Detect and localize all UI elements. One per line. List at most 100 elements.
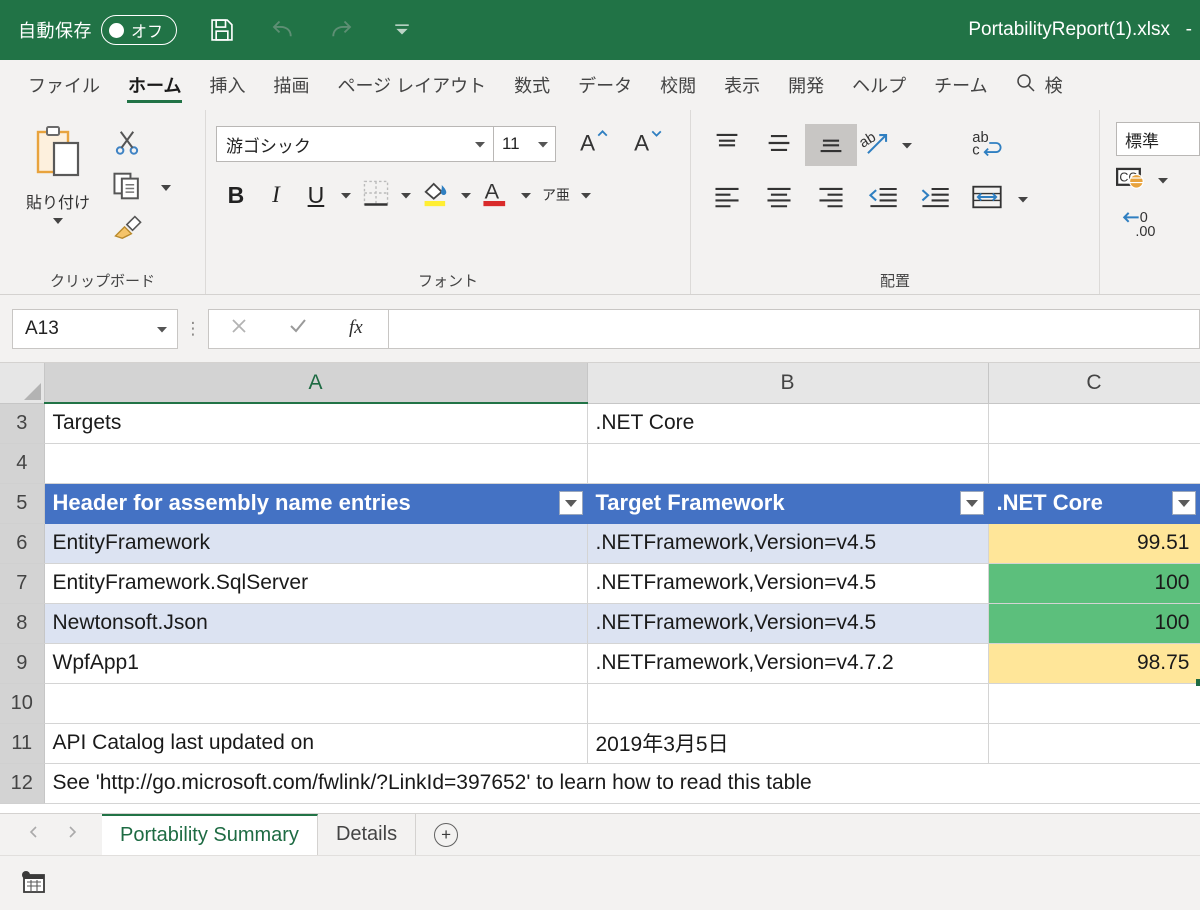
phonetic-guide-button[interactable]: ア亜: [536, 176, 576, 214]
autosave-toggle[interactable]: オフ: [101, 15, 177, 45]
tab-data[interactable]: データ: [564, 60, 646, 110]
cell-a3[interactable]: Targets: [44, 403, 588, 444]
increase-indent-button[interactable]: [909, 178, 961, 220]
select-all-button[interactable]: [0, 363, 45, 404]
tab-draw[interactable]: 描画: [259, 60, 323, 110]
tab-file[interactable]: ファイル: [14, 60, 114, 110]
cell-b5[interactable]: Target Framework: [587, 483, 989, 524]
borders-button[interactable]: [356, 176, 396, 214]
borders-dropdown-icon[interactable]: [396, 176, 416, 214]
cell-a10[interactable]: [44, 683, 588, 724]
row-header-9[interactable]: 9: [0, 643, 45, 684]
fill-color-button[interactable]: [416, 176, 456, 214]
save-icon[interactable]: [205, 13, 239, 47]
cell-b8[interactable]: .NETFramework,Version=v4.5: [587, 603, 989, 644]
insert-function-icon[interactable]: fx: [346, 314, 370, 343]
qat-overflow-icon[interactable]: [385, 13, 419, 47]
tab-team[interactable]: チーム: [920, 60, 1001, 110]
tab-formulas[interactable]: 数式: [500, 60, 564, 110]
row-header-4[interactable]: 4: [0, 443, 45, 484]
next-sheet-icon[interactable]: [64, 824, 80, 845]
row-header-12[interactable]: 12: [0, 763, 45, 804]
cell-c6[interactable]: 99.51: [988, 523, 1200, 564]
phonetic-dropdown-icon[interactable]: [576, 176, 596, 214]
row-header-3[interactable]: 3: [0, 403, 45, 444]
font-name-combobox[interactable]: 游ゴシック: [215, 126, 494, 162]
copy-button[interactable]: [112, 171, 174, 206]
format-painter-button[interactable]: [112, 214, 144, 247]
row-header-10[interactable]: 10: [0, 683, 45, 724]
filter-dropdown-b5[interactable]: [959, 491, 984, 515]
cell-a4[interactable]: [44, 443, 588, 484]
orientation-button[interactable]: ab: [857, 124, 897, 166]
copy-dropdown-icon[interactable]: [158, 180, 174, 198]
cell-a11[interactable]: API Catalog last updated on: [44, 723, 588, 764]
column-header-c[interactable]: C: [988, 363, 1200, 404]
row-header-8[interactable]: 8: [0, 603, 45, 644]
paste-button[interactable]: 貼り付け: [10, 120, 106, 266]
cell-b10[interactable]: [587, 683, 989, 724]
filter-dropdown-c5[interactable]: [1171, 491, 1196, 515]
cell-c5[interactable]: .NET Core: [988, 483, 1200, 524]
align-left-button[interactable]: [701, 178, 753, 220]
tab-insert[interactable]: 挿入: [195, 60, 259, 110]
cell-c11[interactable]: [988, 723, 1200, 764]
undo-icon[interactable]: [265, 13, 299, 47]
cell-a5[interactable]: Header for assembly name entries: [44, 483, 588, 524]
confirm-icon[interactable]: [287, 315, 309, 342]
add-sheet-button[interactable]: +: [416, 814, 476, 855]
cell-c8[interactable]: 100: [988, 603, 1200, 644]
cell-b4[interactable]: [587, 443, 989, 484]
cell-c7[interactable]: 100: [988, 563, 1200, 604]
cell-c9[interactable]: 98.75: [988, 643, 1200, 686]
font-size-combobox[interactable]: 11: [493, 126, 556, 162]
column-header-a[interactable]: A: [44, 363, 588, 404]
redo-icon[interactable]: [325, 13, 359, 47]
cell-a12[interactable]: See 'http://go.microsoft.com/fwlink/?Lin…: [44, 763, 1200, 804]
sheet-tab-details[interactable]: Details: [318, 814, 417, 855]
paste-dropdown-icon[interactable]: [50, 213, 66, 231]
cell-c4[interactable]: [988, 443, 1200, 484]
autosave-control[interactable]: 自動保存 オフ: [18, 15, 177, 45]
cell-a6[interactable]: EntityFramework: [44, 523, 588, 564]
decrease-decimal-icon[interactable]: 0 .00: [1122, 207, 1162, 246]
cell-b11[interactable]: 2019年3月5日: [587, 723, 989, 764]
grow-font-icon[interactable]: A: [578, 127, 610, 162]
wrap-text-button[interactable]: ab c: [961, 124, 1013, 166]
tab-page-layout[interactable]: ページ レイアウト: [323, 60, 500, 110]
cell-b9[interactable]: .NETFramework,Version=v4.7.2: [587, 643, 989, 684]
formula-input[interactable]: [389, 308, 1200, 349]
table-resize-handle[interactable]: [1195, 678, 1200, 686]
align-top-button[interactable]: [701, 124, 753, 166]
decrease-indent-button[interactable]: [857, 178, 909, 220]
bold-button[interactable]: B: [216, 176, 256, 214]
merge-dropdown-icon[interactable]: [1013, 180, 1033, 218]
align-center-button[interactable]: [753, 178, 805, 220]
cut-button[interactable]: [112, 128, 142, 163]
tab-view[interactable]: 表示: [710, 60, 774, 110]
cell-c10[interactable]: [988, 683, 1200, 724]
cell-a9[interactable]: WpfApp1: [44, 643, 588, 684]
accounting-dropdown-icon[interactable]: [1156, 172, 1170, 190]
cell-a7[interactable]: EntityFramework.SqlServer: [44, 563, 588, 604]
cell-a8[interactable]: Newtonsoft.Json: [44, 603, 588, 644]
tab-help[interactable]: ヘルプ: [838, 60, 920, 110]
align-bottom-button[interactable]: [805, 124, 858, 166]
prev-sheet-icon[interactable]: [26, 824, 42, 845]
cell-b7[interactable]: .NETFramework,Version=v4.5: [587, 563, 989, 604]
filter-dropdown-a5[interactable]: [558, 491, 583, 515]
number-format-combobox[interactable]: 標準: [1115, 122, 1200, 156]
tab-home[interactable]: ホーム: [114, 60, 195, 110]
row-header-11[interactable]: 11: [0, 723, 45, 764]
accounting-format-icon[interactable]: CC: [1115, 164, 1150, 197]
font-color-button[interactable]: A: [476, 176, 516, 214]
shrink-font-icon[interactable]: A: [632, 127, 664, 162]
ribbon-search-box[interactable]: 検: [1002, 60, 1063, 110]
merge-cells-button[interactable]: [961, 178, 1013, 220]
align-right-button[interactable]: [805, 178, 857, 220]
table-status-icon[interactable]: [18, 870, 48, 896]
cell-b6[interactable]: .NETFramework,Version=v4.5: [587, 523, 989, 564]
italic-button[interactable]: I: [256, 176, 296, 214]
name-box[interactable]: A13: [12, 308, 178, 349]
sheet-tab-portability-summary[interactable]: Portability Summary: [102, 814, 318, 855]
